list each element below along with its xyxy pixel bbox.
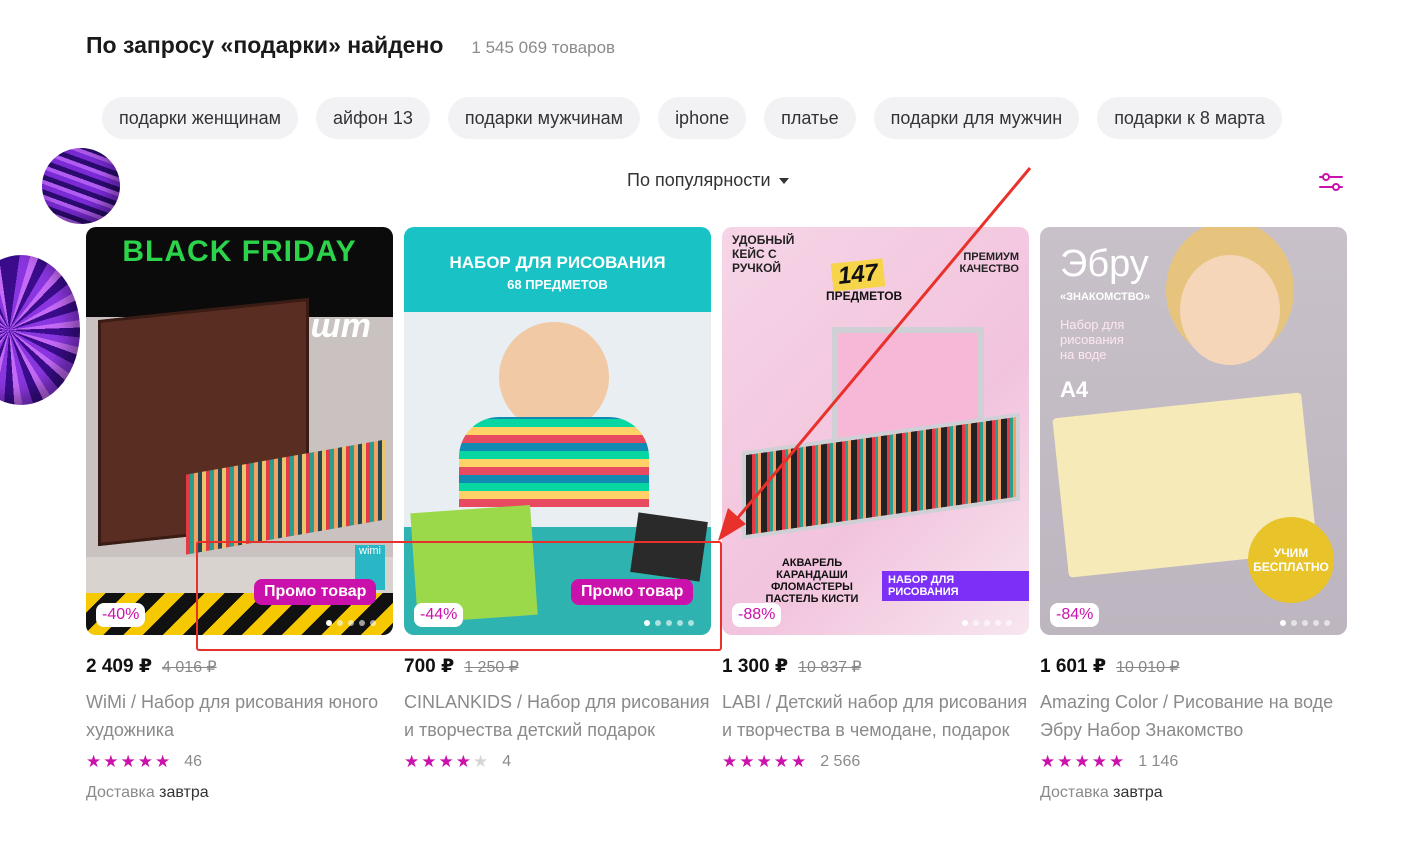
banner-text: УДОБНЫЙ КЕЙС С РУЧКОЙ <box>732 233 795 275</box>
review-count: 4 <box>502 753 512 770</box>
chip-suggestion[interactable]: платье <box>764 97 856 139</box>
product-name[interactable]: Amazing Color / Рисование на воде Эбру Н… <box>1040 688 1347 744</box>
delivery-info: Доставка завтра <box>86 784 209 801</box>
image-pager <box>962 620 1012 626</box>
promo-badge: Промо товар <box>254 579 377 605</box>
review-count: 1 146 <box>1138 753 1179 770</box>
product-image[interactable]: НАБОР ДЛЯ РИСОВАНИЯ 68 ПРЕДМЕТОВ Промо т… <box>404 227 711 635</box>
price: 1 601 ₽ <box>1040 656 1107 677</box>
discount-badge: -44% <box>414 603 464 627</box>
discount-badge: -84% <box>1050 603 1100 627</box>
delivery-info: Доставка завтра <box>1040 784 1163 801</box>
badge-subtext: ПРЕДМЕТОВ <box>826 289 903 303</box>
chip-suggestion[interactable]: подарки для мужчин <box>873 97 1080 139</box>
note-text: ПРЕМИУМ КАЧЕСТВО <box>959 251 1019 275</box>
badge-text: 147 <box>830 258 886 292</box>
sort-dropdown[interactable]: По популярности <box>627 170 789 191</box>
decorative-sphere-large <box>0 255 80 405</box>
price: 700 ₽ <box>404 656 455 677</box>
chip-suggestion[interactable]: подарки к 8 марта <box>1097 97 1282 139</box>
rating: ★★★★★ 2 566 <box>722 752 1029 772</box>
product-name[interactable]: CINLANKIDS / Набор для рисования и творч… <box>404 688 711 744</box>
tag-text: УЧИМ БЕСПЛАТНО <box>1248 517 1334 603</box>
suggestion-chips: подарки женщинам айфон 13 подарки мужчин… <box>102 97 1347 141</box>
rating: ★★★★★ 1 146 <box>1040 752 1347 772</box>
art-child-face <box>499 322 609 432</box>
product-card[interactable]: Эбру «ЗНАКОМСТВО» Набор для рисования на… <box>1040 227 1347 802</box>
image-pager <box>1280 620 1330 626</box>
price: 2 409 ₽ <box>86 656 153 677</box>
banner-text: НАБОР ДЛЯ РИСОВАНИЯ <box>449 253 666 272</box>
banner-subtext: 68 ПРЕДМЕТОВ <box>507 277 608 292</box>
page-title: По запросу «подарки» найдено <box>86 32 444 58</box>
note-text: Набор для рисования на воде <box>1060 317 1125 362</box>
discount-badge: -88% <box>732 603 782 627</box>
filter-sliders-icon[interactable] <box>1317 168 1345 196</box>
product-image[interactable]: BLACK FRIDAY 142 шт wimi Промо товар -40… <box>86 227 393 635</box>
decorative-sphere-small <box>42 148 120 224</box>
discount-badge: -40% <box>96 603 146 627</box>
banner-subtext: «ЗНАКОМСТВО» <box>1060 291 1151 303</box>
product-name[interactable]: LABI / Детский набор для рисования и тво… <box>722 688 1029 744</box>
star-rating-icon: ★★★★★ <box>1040 752 1127 771</box>
promo-badge: Промо товар <box>571 579 694 605</box>
search-result-header: По запросу «подарки» найдено 1 545 069 т… <box>86 32 615 59</box>
star-rating-icon: ★★★★★ <box>86 752 173 771</box>
old-price: 1 250 ₽ <box>464 659 519 676</box>
chip-suggestion[interactable]: подарки мужчинам <box>447 97 641 139</box>
product-name[interactable]: WiMi / Набор для рисования юного художни… <box>86 688 393 744</box>
delivery-day: завтра <box>159 784 209 801</box>
result-count: 1 545 069 товаров <box>471 38 616 57</box>
product-image[interactable]: УДОБНЫЙ КЕЙС С РУЧКОЙ 147 ПРЕДМЕТОВ ПРЕМ… <box>722 227 1029 635</box>
items-text: АКВАРЕЛЬ КАРАНДАШИ ФЛОМАСТЕРЫ ПАСТЕЛЬ КИ… <box>765 557 859 605</box>
product-card[interactable]: НАБОР ДЛЯ РИСОВАНИЯ 68 ПРЕДМЕТОВ Промо т… <box>404 227 711 772</box>
chip-suggestion[interactable]: iphone <box>658 97 747 139</box>
star-rating-icon: ★★★★★ <box>404 752 491 771</box>
banner-text: BLACK FRIDAY <box>122 235 357 268</box>
tag-text: НАБОР ДЛЯ РИСОВАНИЯ <box>882 571 1029 601</box>
sort-label: По популярности <box>627 170 771 190</box>
art-case <box>630 512 708 582</box>
price: 1 300 ₽ <box>722 656 789 677</box>
old-price: 10 010 ₽ <box>1116 659 1180 676</box>
art-child-sweater <box>459 417 649 507</box>
art-case-open <box>742 412 1020 540</box>
badge-text: А4 <box>1060 377 1089 402</box>
star-rating-icon: ★★★★★ <box>722 752 809 771</box>
art-girl-face <box>1180 255 1280 365</box>
chip-suggestion[interactable]: айфон 13 <box>316 97 430 139</box>
old-price: 10 837 ₽ <box>798 659 862 676</box>
old-price: 4 016 ₽ <box>162 659 217 676</box>
review-count: 2 566 <box>820 753 861 770</box>
image-pager <box>644 620 694 626</box>
banner-text: Эбру <box>1060 243 1149 285</box>
caret-down-icon <box>778 177 789 184</box>
rating: ★★★★★ 4 <box>404 752 711 772</box>
product-card[interactable]: УДОБНЫЙ КЕЙС С РУЧКОЙ 147 ПРЕДМЕТОВ ПРЕМ… <box>722 227 1029 772</box>
product-card[interactable]: BLACK FRIDAY 142 шт wimi Промо товар -40… <box>86 227 393 802</box>
rating: ★★★★★ 46 <box>86 752 393 772</box>
review-count: 46 <box>184 753 202 770</box>
image-pager <box>326 620 376 626</box>
product-image[interactable]: Эбру «ЗНАКОМСТВО» Набор для рисования на… <box>1040 227 1347 635</box>
delivery-day: завтра <box>1113 784 1163 801</box>
chip-suggestion[interactable]: подарки женщинам <box>102 97 298 139</box>
